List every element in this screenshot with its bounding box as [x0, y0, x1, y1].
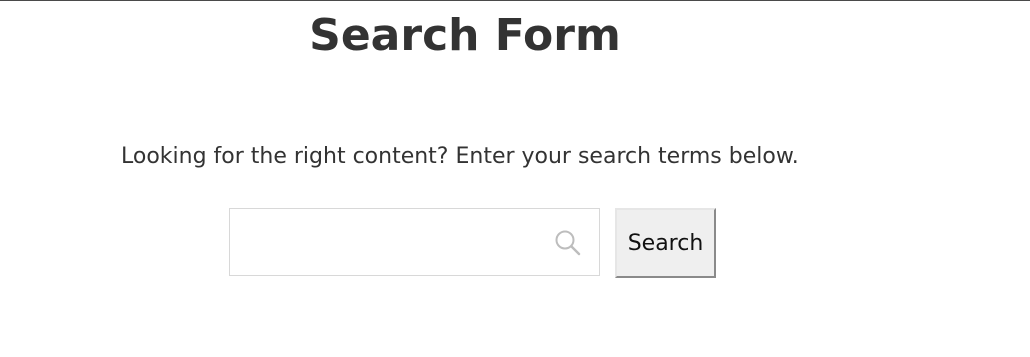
search-input[interactable] — [230, 209, 540, 275]
search-icon — [555, 230, 581, 256]
top-border-line — [0, 0, 1030, 1]
intro-text: Looking for the right content? Enter you… — [121, 144, 799, 169]
search-field[interactable] — [229, 208, 600, 276]
search-button[interactable]: Search — [615, 208, 716, 278]
page-title: Search Form — [309, 10, 621, 61]
